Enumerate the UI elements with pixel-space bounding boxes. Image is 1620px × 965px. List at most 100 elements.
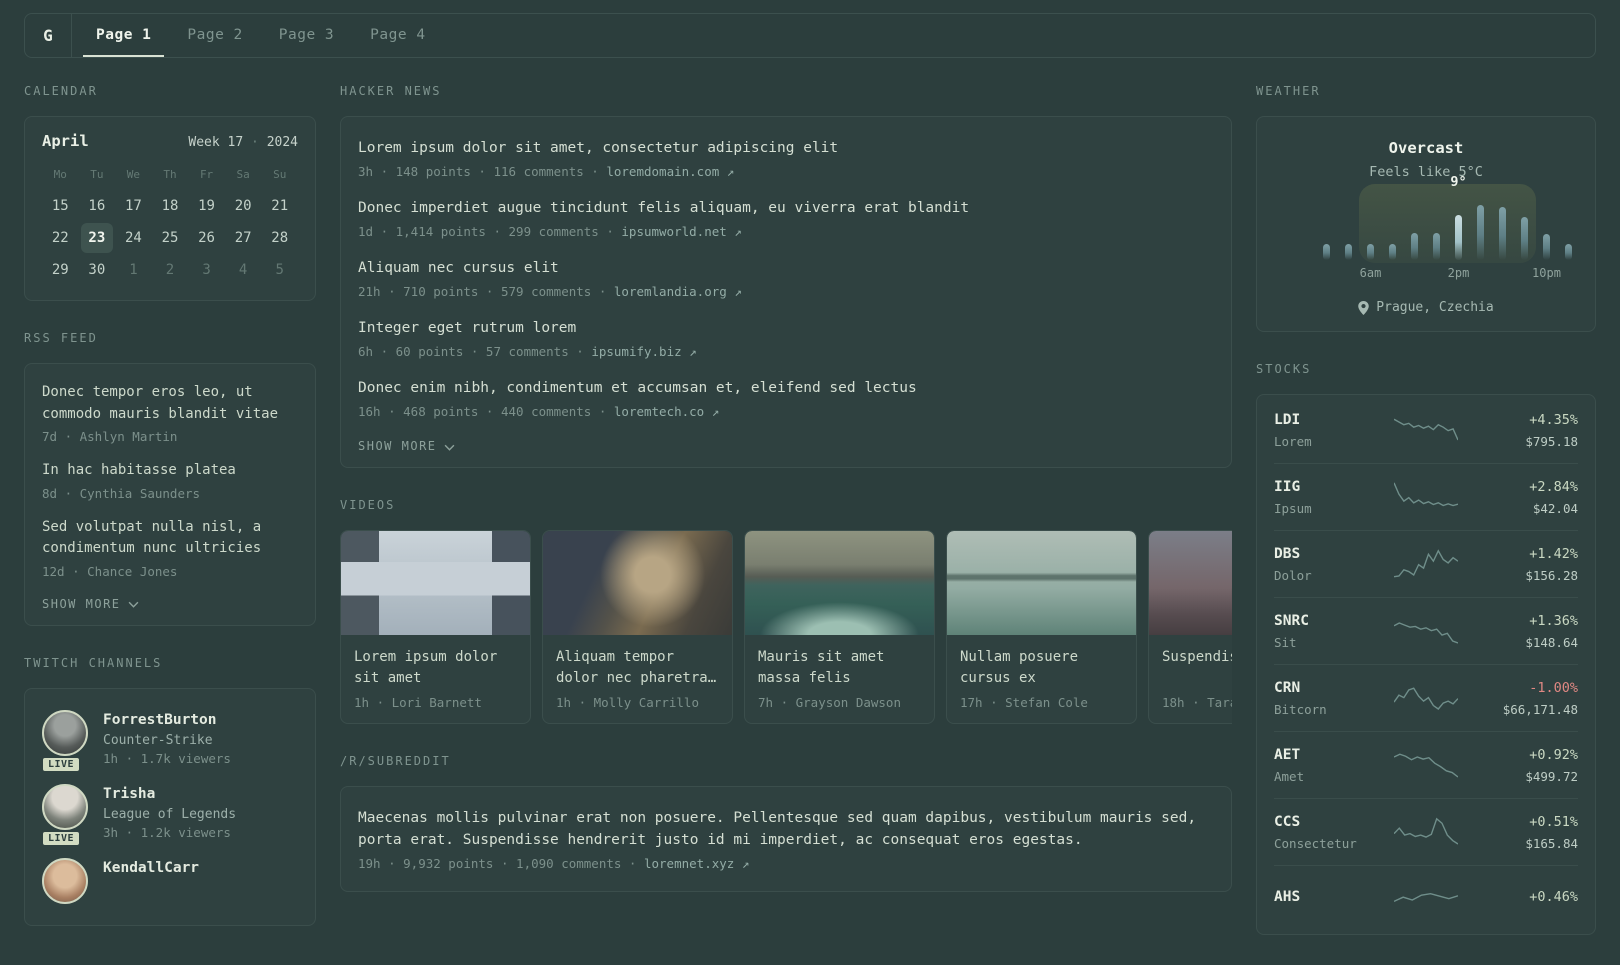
post-meta: 16h · 468 points · 440 comments · loremt… — [358, 404, 1214, 419]
post-source-link[interactable]: loremdomain.com — [606, 164, 719, 179]
post-item[interactable]: Donec imperdiet augue tincidunt felis al… — [358, 185, 1214, 245]
twitch-list: LIVE ForrestBurton Counter-Strike 1h · 1… — [41, 701, 298, 913]
stock-right: +4.35% $795.18 — [1464, 411, 1578, 449]
weather-bar — [1367, 243, 1374, 260]
left-column: CALENDAR April Week 17 · 2024 Mo Tu We Th Fr… — [24, 84, 316, 956]
video-card[interactable]: Aliquam tempor dolor nec pharetra… 1h · … — [542, 530, 733, 724]
rss-item[interactable]: Donec tempor eros leo, ut commodo mauris… — [42, 370, 298, 448]
app-logo: G — [25, 14, 72, 57]
video-title[interactable]: Nullam posuere cursus ex — [960, 647, 1123, 689]
calendar-day: 21 — [271, 198, 289, 214]
post-item[interactable]: Integer eget rutrum lorem 6h · 60 points… — [358, 305, 1214, 365]
stocks-card: LDI Lorem +4.35% $795.18 IIG Ipsum +2.84… — [1256, 394, 1596, 935]
twitch-channel-name[interactable]: Trisha — [103, 784, 236, 804]
stock-sparkline — [1394, 542, 1458, 586]
calendar-weekday: Sa — [236, 168, 250, 181]
post-meta: 1d · 1,414 points · 299 comments · ipsum… — [358, 224, 1214, 239]
post-title[interactable]: Maecenas mollis pulvinar erat non posuer… — [358, 807, 1214, 851]
stock-left: IIG Ipsum — [1274, 478, 1388, 516]
stock-row[interactable]: SNRC Sit +1.36% $148.64 — [1274, 597, 1578, 664]
post-source-link[interactable]: loremtech.co — [614, 404, 704, 419]
rss-item-title[interactable]: Sed volutpat nulla nisl, a condimentum n… — [42, 517, 298, 560]
post-item[interactable]: Donec enim nibh, condimentum et accumsan… — [358, 365, 1214, 425]
hackernews-show-more-button[interactable]: SHOW MORE — [358, 439, 1214, 453]
stock-row[interactable]: DBS Dolor +1.42% $156.28 — [1274, 530, 1578, 597]
video-card-body: Suspendisse diam 18h · Tara — [1149, 635, 1232, 723]
video-card[interactable]: Lorem ipsum dolor sit amet consectetu… 1… — [340, 530, 531, 724]
video-thumbnail[interactable] — [745, 531, 934, 635]
post-source-link[interactable]: loremnet.xyz — [644, 856, 734, 871]
tab-page-1[interactable]: Page 1 — [83, 14, 165, 57]
video-meta: 18h · Tara — [1162, 695, 1232, 710]
post-title[interactable]: Donec enim nibh, condimentum et accumsan… — [358, 377, 1214, 399]
stock-row[interactable]: LDI Lorem +4.35% $795.18 — [1274, 397, 1578, 463]
weather-axis-label: 6am — [1359, 266, 1382, 280]
stock-price: $156.28 — [1525, 568, 1578, 583]
weather-condition: Overcast — [1388, 139, 1464, 157]
stock-ticker: CCS — [1274, 814, 1301, 830]
rss-item[interactable]: In hac habitasse platea 8d · Cynthia Sau… — [42, 448, 298, 505]
video-title[interactable]: Mauris sit amet massa felis — [758, 647, 921, 689]
video-title[interactable]: Aliquam tempor dolor nec pharetra… — [556, 647, 719, 689]
video-thumbnail[interactable] — [543, 531, 732, 635]
stock-ticker: AHS — [1274, 888, 1301, 905]
post-item[interactable]: Lorem ipsum dolor sit amet, consectetur … — [358, 125, 1214, 185]
rss-show-more-button[interactable]: SHOW MORE — [42, 597, 298, 611]
video-thumbnail[interactable] — [1149, 531, 1232, 635]
post-source-link[interactable]: ipsumify.biz — [591, 344, 681, 359]
post-meta: 19h · 9,932 points · 1,090 comments · lo… — [358, 856, 1214, 871]
stock-row[interactable]: CCS Consectetur +0.51% $165.84 — [1274, 798, 1578, 865]
video-title[interactable]: Suspendisse diam — [1162, 647, 1232, 689]
stock-sparkline — [1394, 743, 1458, 787]
calendar-day: 28 — [271, 230, 289, 246]
stock-name: Sit — [1274, 635, 1297, 650]
video-card-body: Lorem ipsum dolor sit amet consectetu… 1… — [341, 635, 530, 723]
twitch-channel-name[interactable]: KendallCarr — [103, 858, 199, 878]
post-item[interactable]: Aliquam nec cursus elit 21h · 710 points… — [358, 245, 1214, 305]
video-card-body: Nullam posuere cursus ex 17h · Stefan Co… — [947, 635, 1136, 723]
post-source-link[interactable]: ipsumworld.net — [621, 224, 726, 239]
stock-row[interactable]: IIG Ipsum +2.84% $42.04 — [1274, 463, 1578, 530]
post-title[interactable]: Aliquam nec cursus elit — [358, 257, 1214, 279]
video-card-body: Mauris sit amet massa felis 7h · Grayson… — [745, 635, 934, 723]
video-thumbnail[interactable] — [947, 531, 1136, 635]
post-source-link[interactable]: loremlandia.org — [614, 284, 727, 299]
chevron-down-icon — [128, 601, 138, 608]
video-card[interactable]: Suspendisse diam 18h · Tara — [1148, 530, 1232, 724]
tab-page-3[interactable]: Page 3 — [266, 14, 347, 57]
stock-row[interactable]: CRN Bitcorn -1.00% $66,171.48 — [1274, 664, 1578, 731]
rss-item-title[interactable]: In hac habitasse platea — [42, 460, 298, 482]
calendar-section-title: CALENDAR — [24, 84, 98, 98]
video-card[interactable]: Mauris sit amet massa felis 7h · Grayson… — [744, 530, 935, 724]
page-tabs: Page 1 Page 2 Page 3 Page 4 — [72, 14, 444, 57]
stock-ticker: AET — [1274, 747, 1301, 763]
stock-ticker: SNRC — [1274, 613, 1309, 629]
post-title[interactable]: Lorem ipsum dolor sit amet, consectetur … — [358, 137, 1214, 159]
twitch-channel-name[interactable]: ForrestBurton — [103, 710, 231, 730]
weather-bar-current — [1455, 214, 1462, 260]
post-title[interactable]: Integer eget rutrum lorem — [358, 317, 1214, 339]
videos-section: VIDEOS Lorem ipsum dolor sit amet consec… — [340, 498, 1232, 724]
rss-card: Donec tempor eros leo, ut commodo mauris… — [24, 363, 316, 626]
twitch-channel-item[interactable]: LIVE Trisha League of Legends 3h · 1.2k … — [41, 775, 298, 849]
hackernews-show-more-label: SHOW MORE — [358, 439, 437, 453]
twitch-channel-item[interactable]: LIVE ForrestBurton Counter-Strike 1h · 1… — [41, 701, 298, 775]
post-title[interactable]: Donec imperdiet augue tincidunt felis al… — [358, 197, 1214, 219]
rss-item[interactable]: Sed volutpat nulla nisl, a condimentum n… — [42, 505, 298, 583]
calendar-day: 29 — [51, 262, 69, 278]
stock-row[interactable]: AET Amet +0.92% $499.72 — [1274, 731, 1578, 798]
calendar-weekday: Mo — [53, 168, 67, 181]
video-thumbnail[interactable] — [341, 531, 530, 635]
stock-price: $66,171.48 — [1502, 702, 1578, 717]
live-badge: LIVE — [41, 755, 82, 773]
post-item[interactable]: Maecenas mollis pulvinar erat non posuer… — [358, 795, 1214, 877]
rss-item-title[interactable]: Donec tempor eros leo, ut commodo mauris… — [42, 382, 298, 425]
tab-page-2[interactable]: Page 2 — [174, 14, 255, 57]
video-title[interactable]: Lorem ipsum dolor sit amet consectetu… — [354, 647, 517, 689]
twitch-channel-item[interactable]: KendallCarr — [42, 849, 298, 913]
weather-bar — [1565, 243, 1572, 260]
video-card[interactable]: Nullam posuere cursus ex 17h · Stefan Co… — [946, 530, 1137, 724]
tab-page-4[interactable]: Page 4 — [357, 14, 438, 57]
post-meta-text: 16h · 468 points · 440 comments · — [358, 404, 607, 419]
stock-row[interactable]: AHS +0.46% — [1274, 865, 1578, 932]
